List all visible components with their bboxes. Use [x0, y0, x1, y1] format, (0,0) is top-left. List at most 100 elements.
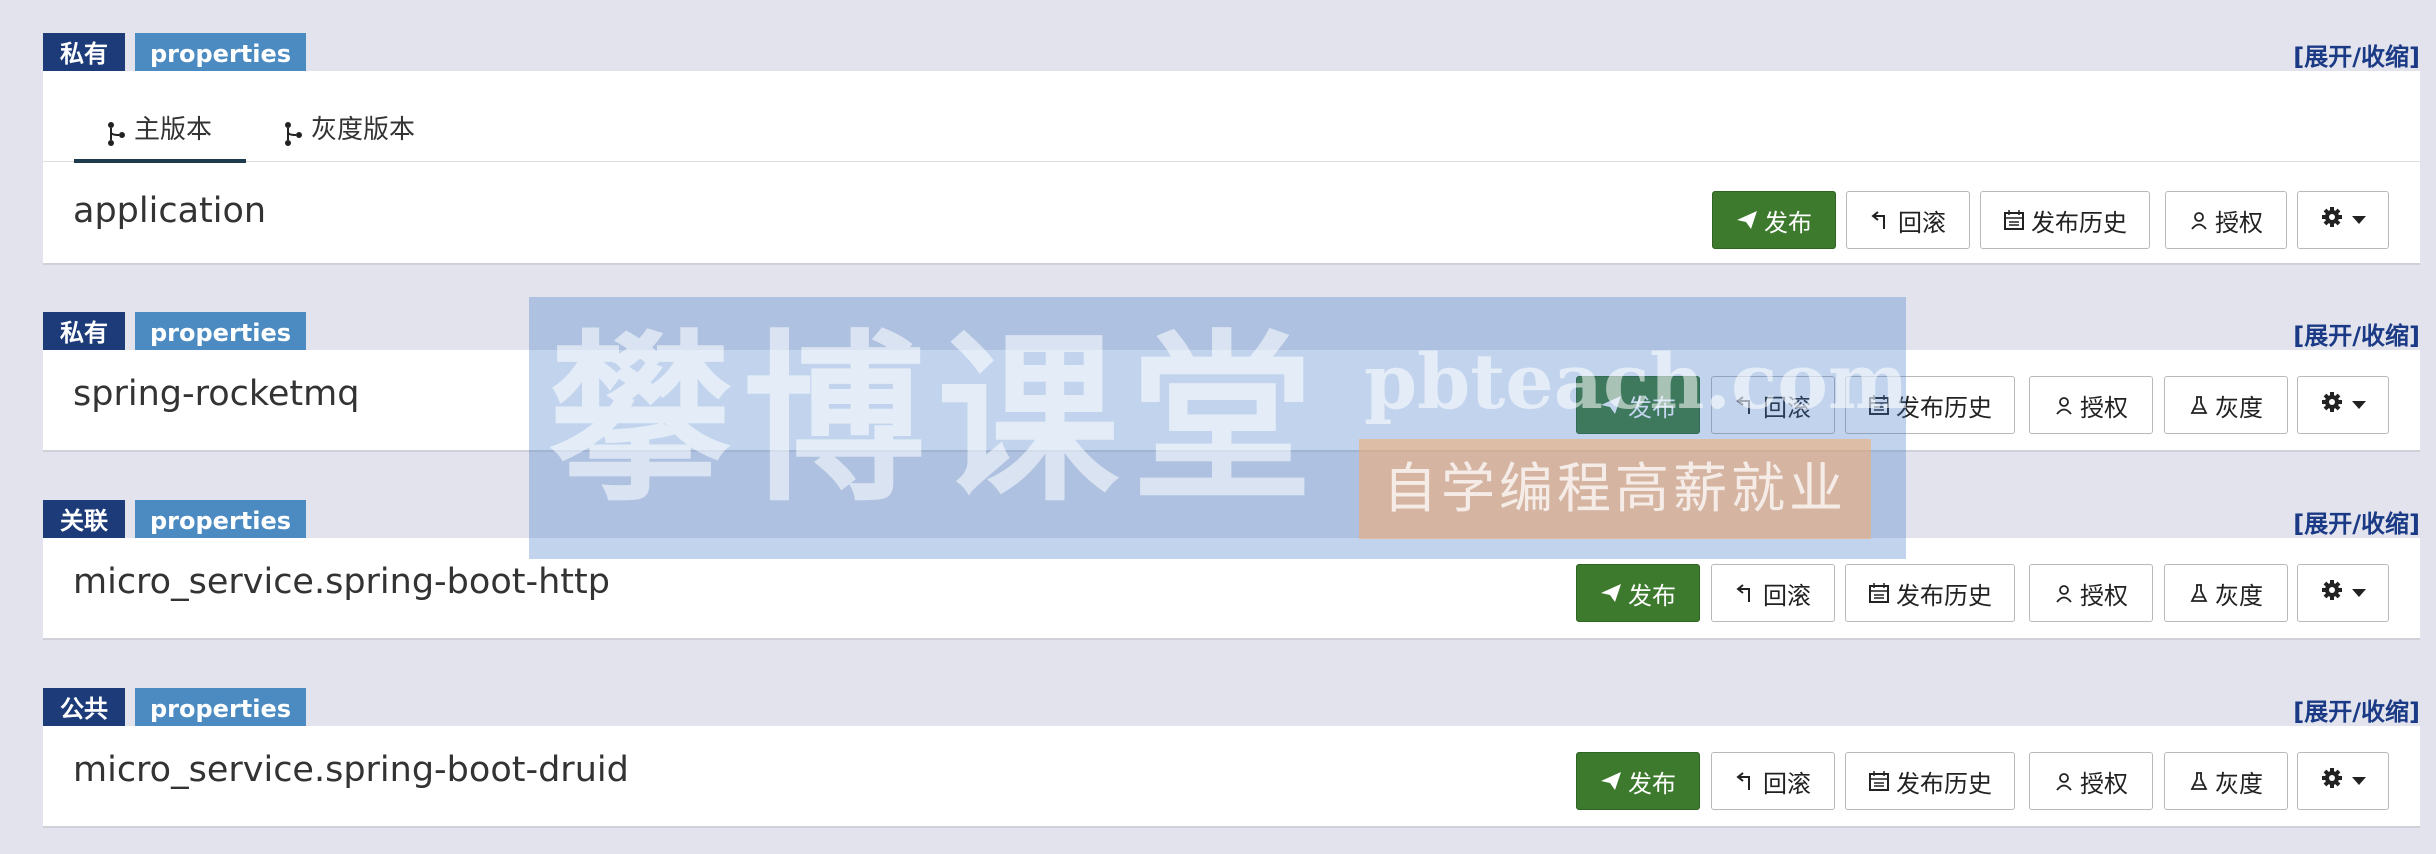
flask-icon: [2189, 583, 2209, 603]
history-button[interactable]: 发布历史: [1845, 376, 2015, 434]
publish-label: 发布: [1628, 769, 1676, 798]
rollback-button[interactable]: 回滚: [1711, 564, 1835, 622]
authorize-label: 授权: [2080, 393, 2128, 422]
authorize-button[interactable]: 授权: [2029, 376, 2153, 434]
authorize-button[interactable]: 授权: [2029, 564, 2153, 622]
calendar-icon: [2003, 209, 2025, 231]
rollback-label: 回滚: [1763, 393, 1811, 422]
gray-release-button[interactable]: 灰度: [2164, 752, 2288, 810]
gear-icon: [2320, 766, 2344, 796]
history-button[interactable]: 发布历史: [1845, 752, 2015, 810]
rollback-label: 回滚: [1763, 581, 1811, 610]
namespace-panel-spring-boot-druid: 公共 properties [展开/收缩] micro_service.spri…: [43, 688, 2420, 828]
caret-down-icon: [2352, 216, 2366, 224]
gear-icon: [2320, 578, 2344, 608]
namespace-name: micro_service.spring-boot-http: [73, 562, 610, 602]
scope-tag: 关联: [43, 500, 125, 542]
namespace-name: micro_service.spring-boot-druid: [73, 750, 629, 790]
send-icon: [1600, 395, 1622, 415]
history-button[interactable]: 发布历史: [1845, 564, 2015, 622]
expand-collapse-link[interactable]: [展开/收缩]: [2293, 504, 2420, 539]
expand-collapse-link[interactable]: [展开/收缩]: [2293, 37, 2420, 72]
settings-dropdown-button[interactable]: [2297, 376, 2389, 434]
authorize-button[interactable]: 授权: [2165, 191, 2287, 249]
publish-button[interactable]: 发布: [1576, 752, 1700, 810]
namespace-panel-spring-rocketmq: 私有 properties [展开/收缩] spring-rocketmq 发布…: [43, 312, 2420, 452]
gear-icon: [2320, 390, 2344, 420]
namespace-name: spring-rocketmq: [73, 374, 360, 414]
expand-collapse-link[interactable]: [展开/收缩]: [2293, 692, 2420, 727]
scope-tag: 公共: [43, 688, 125, 730]
history-button[interactable]: 发布历史: [1980, 191, 2150, 249]
gray-release-button[interactable]: 灰度: [2164, 564, 2288, 622]
authorize-label: 授权: [2080, 769, 2128, 798]
tab-label: 主版本: [134, 115, 213, 145]
panel-body: micro_service.spring-boot-druid 发布 回滚 发布…: [43, 726, 2420, 828]
format-tag: properties: [135, 33, 307, 75]
history-label: 发布历史: [1896, 393, 1992, 422]
publish-button[interactable]: 发布: [1576, 564, 1700, 622]
format-tag: properties: [135, 688, 307, 730]
format-tag: properties: [135, 500, 307, 542]
branch-icon: [283, 118, 303, 146]
namespace-panel-spring-boot-http: 关联 properties [展开/收缩] micro_service.spri…: [43, 500, 2420, 640]
user-icon: [2189, 210, 2209, 230]
caret-down-icon: [2352, 777, 2366, 785]
send-icon: [1600, 583, 1622, 603]
flask-icon: [2189, 395, 2209, 415]
calendar-icon: [1868, 770, 1890, 792]
scope-tag: 私有: [43, 33, 125, 75]
publish-button[interactable]: 发布: [1576, 376, 1700, 434]
panel-body: spring-rocketmq 发布 回滚 发布历史 授权 灰度: [43, 350, 2420, 452]
panel-body: micro_service.spring-boot-http 发布 回滚 发布历…: [43, 538, 2420, 640]
namespace-name: application: [73, 191, 267, 231]
user-icon: [2054, 583, 2074, 603]
gray-label: 灰度: [2215, 769, 2263, 798]
rollback-button[interactable]: 回滚: [1711, 752, 1835, 810]
gear-icon: [2320, 205, 2344, 235]
settings-dropdown-button[interactable]: [2297, 564, 2389, 622]
history-label: 发布历史: [1896, 769, 1992, 798]
settings-dropdown-button[interactable]: [2297, 191, 2389, 249]
namespace-panel-application: 私有 properties [展开/收缩] 主版本 灰度版本 applicati…: [43, 33, 2420, 265]
caret-down-icon: [2352, 589, 2366, 597]
calendar-icon: [1868, 582, 1890, 604]
send-icon: [1736, 210, 1758, 230]
format-tag: properties: [135, 312, 307, 354]
gray-label: 灰度: [2215, 581, 2263, 610]
publish-button[interactable]: 发布: [1712, 191, 1836, 249]
caret-down-icon: [2352, 401, 2366, 409]
undo-icon: [1735, 394, 1757, 416]
publish-label: 发布: [1628, 581, 1676, 610]
panel-header: 关联 properties [展开/收缩]: [43, 500, 2420, 542]
calendar-icon: [1868, 394, 1890, 416]
gray-label: 灰度: [2215, 393, 2263, 422]
history-label: 发布历史: [1896, 581, 1992, 610]
flask-icon: [2189, 771, 2209, 791]
user-icon: [2054, 395, 2074, 415]
panel-header: 私有 properties [展开/收缩]: [43, 33, 2420, 75]
panel-body: 主版本 灰度版本 application 发布 回滚 发布历史 授权: [43, 71, 2420, 265]
settings-dropdown-button[interactable]: [2297, 752, 2389, 810]
panel-header: 私有 properties [展开/收缩]: [43, 312, 2420, 354]
tab-main-version[interactable]: 主版本: [74, 109, 246, 163]
authorize-label: 授权: [2080, 581, 2128, 610]
gray-release-button[interactable]: 灰度: [2164, 376, 2288, 434]
authorize-button[interactable]: 授权: [2029, 752, 2153, 810]
tab-gray-version[interactable]: 灰度版本: [283, 109, 415, 159]
version-tabs: 主版本 灰度版本: [43, 71, 2420, 163]
branch-icon: [106, 118, 126, 146]
expand-collapse-link[interactable]: [展开/收缩]: [2293, 316, 2420, 351]
undo-icon: [1870, 209, 1892, 231]
undo-icon: [1735, 770, 1757, 792]
history-label: 发布历史: [2031, 208, 2127, 237]
rollback-button[interactable]: 回滚: [1846, 191, 1970, 249]
rollback-label: 回滚: [1898, 208, 1946, 237]
rollback-button[interactable]: 回滚: [1711, 376, 1835, 434]
scope-tag: 私有: [43, 312, 125, 354]
user-icon: [2054, 771, 2074, 791]
panel-header: 公共 properties [展开/收缩]: [43, 688, 2420, 730]
publish-label: 发布: [1764, 208, 1812, 237]
authorize-label: 授权: [2215, 208, 2263, 237]
tab-label: 灰度版本: [311, 115, 416, 145]
